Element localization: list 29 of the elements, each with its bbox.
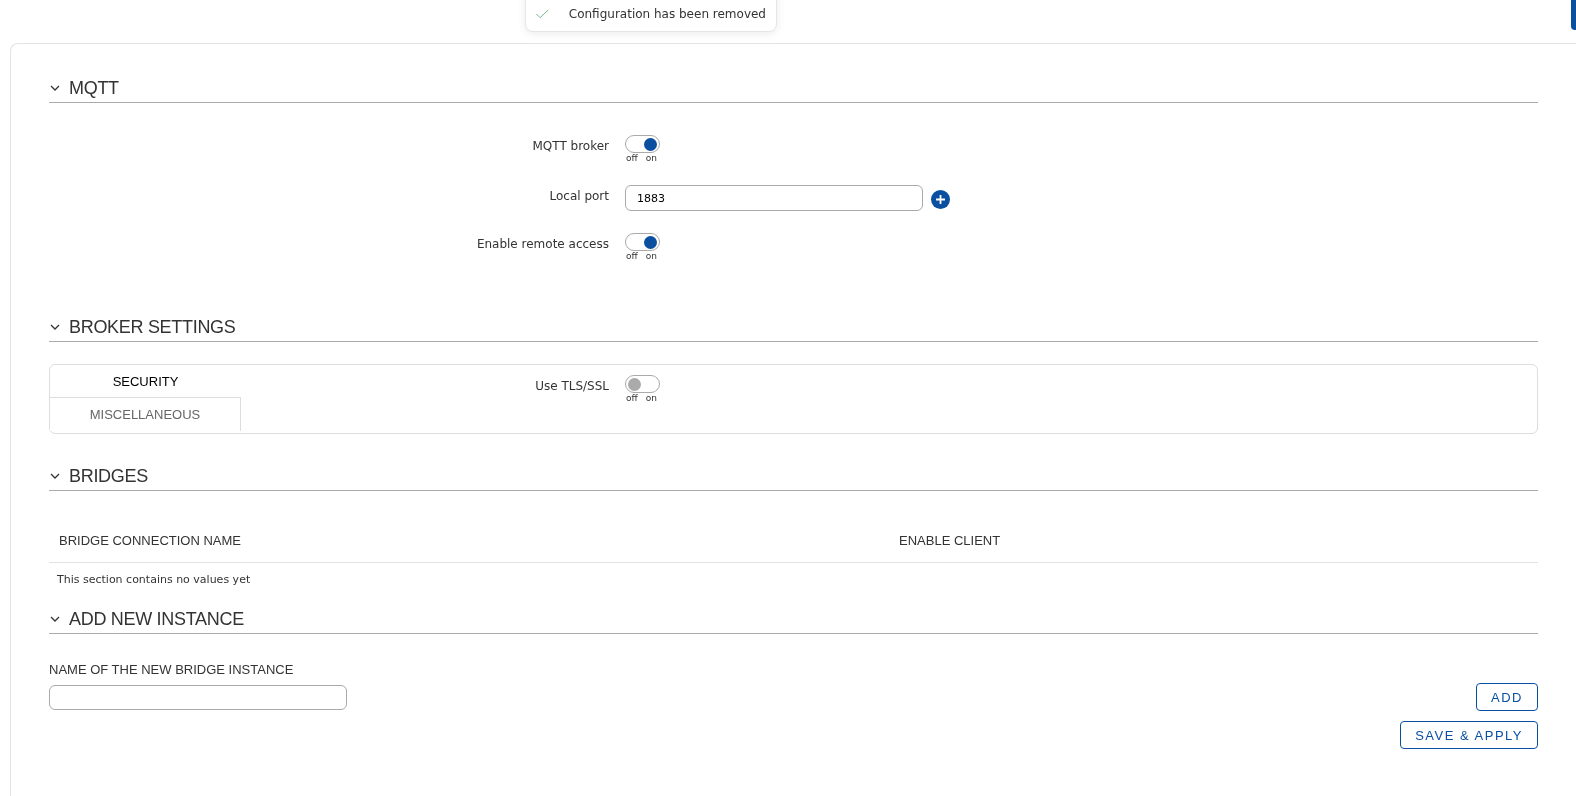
- toggle-switch[interactable]: [625, 233, 660, 251]
- field-label: Use TLS/SSL: [534, 378, 609, 395]
- on-label: on: [645, 153, 657, 163]
- column-header: BRIDGE CONNECTION NAME: [59, 533, 242, 548]
- field-label: NAME OF THE NEW BRIDGE INSTANCE: [49, 661, 295, 677]
- toggle-switch[interactable]: [625, 375, 660, 393]
- empty-message: This section contains no values yet: [56, 572, 252, 588]
- section-title: ADD NEW INSTANCE: [69, 608, 244, 630]
- column-header: ENABLE CLIENT: [899, 533, 1002, 548]
- tab[interactable]: SECURITY: [50, 365, 241, 398]
- save-apply-button[interactable]: SAVE & APPLY: [1400, 721, 1538, 749]
- off-label: off: [626, 251, 638, 261]
- on-label: on: [645, 393, 657, 403]
- field-label: Enable remote access: [475, 236, 609, 251]
- off-label: off: [626, 393, 638, 403]
- port-field[interactable]: 1883: [625, 185, 923, 211]
- off-label: off: [626, 153, 638, 163]
- add-icon[interactable]: [931, 189, 950, 209]
- instance-name-field[interactable]: [49, 684, 347, 710]
- add-button[interactable]: ADD: [1476, 683, 1538, 711]
- toggle-switch[interactable]: [625, 135, 660, 153]
- tab[interactable]: MISCELLANEOUS: [50, 398, 241, 431]
- on-label: on: [645, 251, 657, 261]
- toast-message: Configuration has been removed: [568, 7, 766, 21]
- section-title: MQTT: [69, 77, 119, 99]
- field-label: Local port: [548, 188, 609, 203]
- section-title: BROKER SETTINGS: [69, 316, 236, 338]
- section-title: BRIDGES: [69, 465, 148, 487]
- field-label: MQTT broker: [531, 138, 609, 153]
